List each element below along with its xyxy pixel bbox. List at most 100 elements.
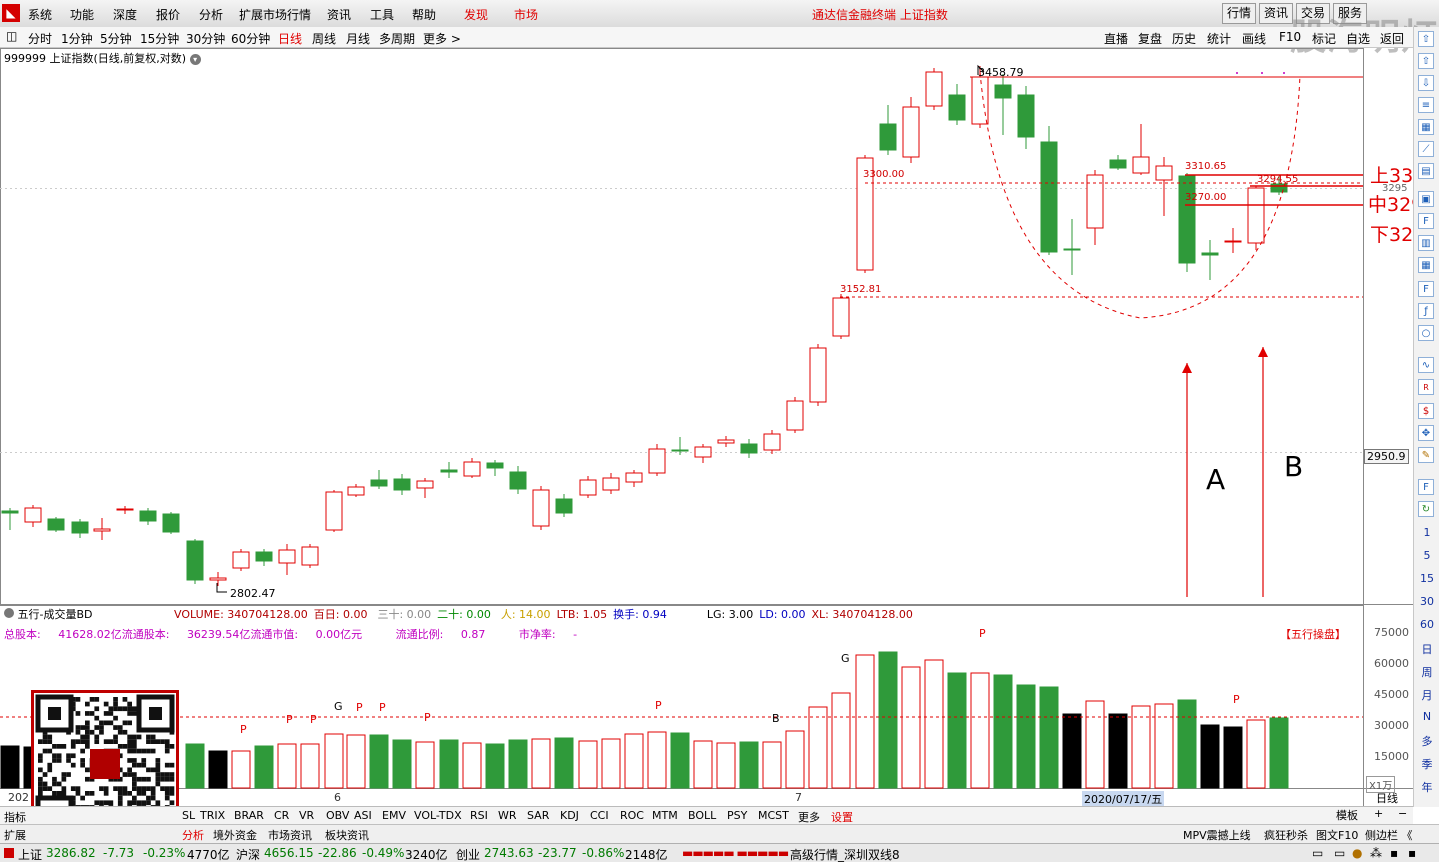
period-shortcut[interactable]: 日	[1414, 641, 1439, 657]
indicator-tab[interactable]: BRAR	[234, 809, 264, 822]
chevron-down-icon[interactable]: ▾	[189, 54, 201, 65]
rsi-icon[interactable]: R	[1418, 379, 1434, 395]
menu-quote[interactable]: 报价	[156, 6, 180, 23]
indicator-tab[interactable]: MCST	[758, 809, 789, 822]
indicator-tab[interactable]: BOLL	[688, 809, 716, 822]
list-icon[interactable]: ≡	[1418, 97, 1434, 113]
pencil-icon[interactable]: ✎	[1418, 447, 1434, 463]
calendar-icon[interactable]: ▦	[1418, 257, 1434, 273]
period-intraday[interactable]: 分时	[28, 30, 52, 47]
arrow-up-icon[interactable]: ⇧	[1418, 31, 1434, 47]
menu-depth[interactable]: 深度	[113, 6, 137, 23]
indicator-tab[interactable]: 更多	[798, 809, 820, 825]
page-icon[interactable]: ▣	[1418, 191, 1434, 207]
period-shortcut[interactable]: 60	[1414, 618, 1439, 631]
move-icon[interactable]: ✥	[1418, 425, 1434, 441]
period-60min[interactable]: 60分钟	[231, 30, 270, 47]
period-shortcut[interactable]: 年	[1414, 779, 1439, 795]
tab-analysis[interactable]: 分析	[182, 827, 204, 843]
volume-toggle-icon[interactable]	[4, 608, 14, 618]
tool-replay[interactable]: 复盘	[1138, 30, 1162, 47]
period-30min[interactable]: 30分钟	[186, 30, 225, 47]
period-multi[interactable]: 多周期	[379, 30, 415, 47]
f5-icon[interactable]: F	[1418, 479, 1434, 495]
indicator-tab[interactable]: VR	[299, 809, 314, 822]
top-button-news[interactable]: 资讯	[1259, 3, 1294, 24]
period-more[interactable]: 更多 >	[423, 30, 461, 47]
period-shortcut[interactable]: 5	[1414, 549, 1439, 562]
period-shortcut[interactable]: N	[1414, 710, 1439, 723]
menu-tools[interactable]: 工具	[370, 6, 394, 23]
indicator-tab[interactable]: VOL-TDX	[414, 809, 462, 822]
table-icon[interactable]: ▤	[1418, 163, 1434, 179]
settings-icon[interactable]: ▪	[1408, 846, 1416, 860]
indicator-tab[interactable]: KDJ	[560, 809, 579, 822]
indicator-tab[interactable]: 设置	[831, 809, 853, 825]
tool-history[interactable]: 历史	[1172, 30, 1196, 47]
arrow-down-icon[interactable]: ⇩	[1418, 75, 1434, 91]
window-icon[interactable]: ▭	[1312, 846, 1323, 860]
indicator-tab[interactable]: CR	[274, 809, 289, 822]
indicator-tab[interactable]: ROC	[620, 809, 644, 822]
menu-market[interactable]: 市场	[514, 6, 538, 23]
period-weekly[interactable]: 周线	[312, 30, 336, 47]
period-5min[interactable]: 5分钟	[100, 30, 132, 47]
period-shortcut[interactable]: 15	[1414, 572, 1439, 585]
line-chart-icon[interactable]: ⟋	[1418, 141, 1434, 157]
toggle-sidebar[interactable]: 侧边栏 《	[1365, 827, 1413, 843]
link-mpv[interactable]: MPV震撼上线	[1183, 827, 1251, 843]
grid-icon[interactable]: ▦	[1418, 119, 1434, 135]
menu-discover[interactable]: 发现	[464, 6, 488, 23]
arrow-up-alt-icon[interactable]: ⇧	[1418, 53, 1434, 69]
f12-icon[interactable]: F	[1418, 281, 1434, 297]
circle-icon[interactable]: ○	[1418, 325, 1434, 341]
menu-system[interactable]: 系统	[28, 6, 52, 23]
tab-market-news[interactable]: 市场资讯	[268, 827, 312, 843]
period-shortcut[interactable]: 多	[1414, 733, 1439, 749]
period-shortcut[interactable]: 季	[1414, 756, 1439, 772]
lock-icon[interactable]: ▪	[1390, 846, 1398, 860]
notify-icon[interactable]: ●	[1352, 846, 1362, 860]
indicator-tab[interactable]: WR	[498, 809, 517, 822]
zoom-in-button[interactable]: +	[1374, 807, 1383, 820]
tool-watchlist[interactable]: 自选	[1346, 30, 1370, 47]
indicator-tab[interactable]: SL	[182, 809, 195, 822]
indicator-tab[interactable]: PSY	[727, 809, 747, 822]
tool-mark[interactable]: 标记	[1312, 30, 1336, 47]
menu-function[interactable]: 功能	[70, 6, 94, 23]
menu-help[interactable]: 帮助	[412, 6, 436, 23]
template-button[interactable]: 模板	[1336, 807, 1358, 823]
period-monthly[interactable]: 月线	[346, 30, 370, 47]
period-shortcut[interactable]: 周	[1414, 664, 1439, 680]
top-button-quotes[interactable]: 行情	[1222, 3, 1257, 24]
menu-extended-market[interactable]: 扩展市场行情	[239, 6, 311, 23]
tab-extend[interactable]: 扩展	[4, 827, 26, 843]
tool-f10[interactable]: F10	[1279, 30, 1301, 44]
indicator-tab[interactable]: SAR	[527, 809, 549, 822]
menu-analysis[interactable]: 分析	[199, 6, 223, 23]
indicator-tab[interactable]: TRIX	[200, 809, 225, 822]
period-15min[interactable]: 15分钟	[140, 30, 179, 47]
indicator-tab[interactable]: OBV	[326, 809, 349, 822]
menu-news[interactable]: 资讯	[327, 6, 351, 23]
tool-back[interactable]: 返回	[1380, 30, 1404, 47]
period-1min[interactable]: 1分钟	[61, 30, 93, 47]
indicator-tab[interactable]: ASI	[354, 809, 372, 822]
cy-index-name[interactable]: 创业	[456, 846, 480, 863]
link-flash-sale[interactable]: 疯狂秒杀	[1264, 827, 1308, 843]
f10-icon[interactable]: F	[1418, 213, 1434, 229]
formula-icon[interactable]: ƒ	[1418, 303, 1434, 319]
period-shortcut[interactable]: 1	[1414, 526, 1439, 539]
link-f10[interactable]: 图文F10	[1316, 827, 1358, 843]
indicator-tab[interactable]: CCI	[590, 809, 609, 822]
tool-draw[interactable]: 画线	[1242, 30, 1266, 47]
period-shortcut[interactable]: 月	[1414, 687, 1439, 703]
signal-icon[interactable]: ⁂	[1370, 846, 1382, 860]
tool-live[interactable]: 直播	[1104, 30, 1128, 47]
refresh-icon[interactable]: ↻	[1418, 501, 1434, 517]
bars-icon[interactable]: ▥	[1418, 235, 1434, 251]
wave-icon[interactable]: ∿	[1418, 357, 1434, 373]
indicator-tab[interactable]: RSI	[470, 809, 488, 822]
sh-index-name[interactable]: 上证	[18, 846, 42, 863]
sz-index-name[interactable]: 沪深	[236, 846, 260, 863]
